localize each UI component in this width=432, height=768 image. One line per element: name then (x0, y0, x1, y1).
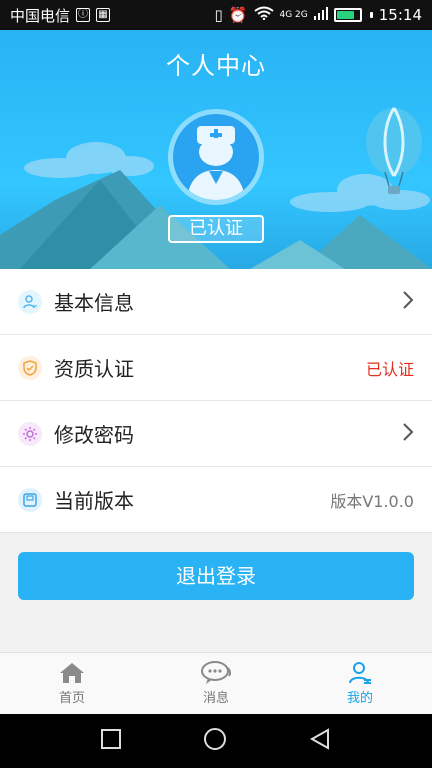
signal-app-icon: ⓘ (76, 8, 91, 22)
recent-apps-button[interactable] (100, 728, 122, 754)
menu-item-qualification[interactable]: 资质认证 已认证 (0, 335, 432, 401)
status-bar-left: 中国电信 ⓘ ▦ (10, 5, 111, 26)
qualification-status: 已认证 (365, 359, 414, 379)
alarm-icon: ⏰ (228, 6, 248, 24)
doctor-icon (187, 126, 245, 200)
menu-item-label: 基本信息 (54, 291, 134, 315)
square-icon (101, 729, 122, 749)
chevron-right-icon (402, 288, 414, 316)
wifi-icon (253, 6, 274, 24)
status-bar: 中国电信 ⓘ ▦ ▯ ⏰ 4G 2G 15:14 (0, 0, 432, 30)
gear-icon (18, 421, 42, 446)
tab-profile[interactable]: 我的 (288, 653, 432, 714)
home-icon (60, 663, 84, 683)
cell-signal-icon (313, 6, 328, 24)
shield-icon (18, 355, 42, 380)
carrier-label: 中国电信 (10, 6, 71, 25)
menu-item-label: 当前版本 (54, 489, 134, 513)
network-type: 4G 2G (279, 9, 308, 20)
menu-item-label: 修改密码 (54, 423, 134, 447)
menu-item-version[interactable]: 当前版本 版本V1.0.0 (0, 467, 432, 533)
message-icon (201, 661, 231, 684)
menu-item-change-password[interactable]: 修改密码 (0, 401, 432, 467)
bottom-tab-bar: 首页 消息 我的 (0, 652, 432, 714)
circle-icon (203, 728, 226, 750)
tab-home[interactable]: 首页 (0, 653, 144, 714)
chevron-right-icon (402, 420, 414, 448)
version-icon (18, 487, 42, 512)
profile-header: 个人中心 已认证 (0, 30, 432, 269)
certified-badge: 已认证 (168, 215, 264, 243)
logout-button[interactable]: 退出登录 (18, 552, 414, 600)
system-nav-bar (0, 714, 432, 768)
tab-messages[interactable]: 消息 (144, 653, 288, 714)
battery-icon (333, 8, 362, 22)
avatar[interactable] (168, 109, 264, 205)
user-info-icon (18, 289, 42, 314)
menu-item-basic-info[interactable]: 基本信息 (0, 269, 432, 335)
home-button[interactable] (203, 727, 227, 755)
profile-icon (349, 662, 371, 684)
profile-menu: 基本信息 资质认证 已认证 修改密码 当前版本 版本V1.0.0 (0, 269, 432, 533)
vibrate-icon: ▯ (214, 6, 223, 24)
time-label: 15:14 (378, 6, 422, 24)
tab-label: 消息 (202, 691, 229, 706)
back-triangle-icon (309, 728, 329, 750)
battery-fill (336, 11, 355, 19)
tab-label: 首页 (58, 691, 85, 706)
doctor-avatar-image (173, 114, 259, 200)
status-bar-right: ▯ ⏰ 4G 2G 15:14 (215, 6, 422, 24)
back-button[interactable] (308, 727, 332, 755)
page-title: 个人中心 (166, 52, 266, 80)
image-notification-icon: ▦ (96, 8, 111, 22)
tab-label: 我的 (346, 691, 373, 706)
version-value: 版本V1.0.0 (330, 491, 414, 511)
battery-cap (369, 12, 373, 18)
menu-item-label: 资质认证 (54, 357, 134, 381)
